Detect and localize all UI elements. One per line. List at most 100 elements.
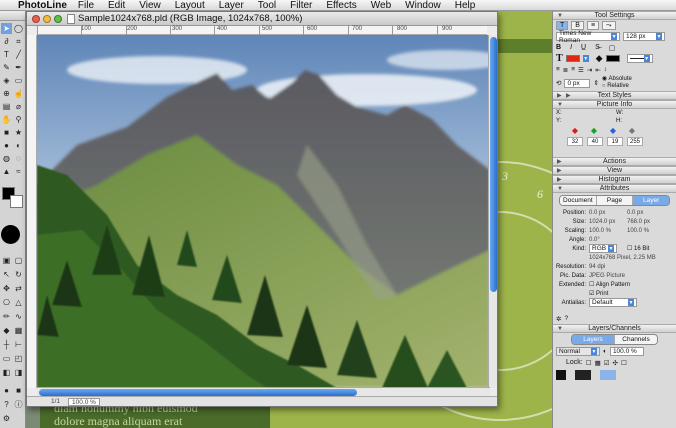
kind-select[interactable]: RGB ▼ (589, 244, 617, 253)
size-y-field[interactable]: 768.0 px (627, 219, 650, 225)
minimize-button[interactable] (43, 14, 51, 23)
hand-tool-icon[interactable]: ✋ (1, 114, 12, 125)
pen-tool-icon[interactable]: ✒ (13, 62, 24, 73)
info-icon[interactable]: ⓘ (13, 399, 24, 410)
underline-icon[interactable]: U̲ (581, 44, 586, 51)
panel-title-view[interactable]: ▶ View (553, 166, 676, 175)
italic-button[interactable]: I (570, 44, 572, 51)
horizontal-ruler[interactable]: 100 200 300 400 500 600 700 800 900 (37, 26, 487, 35)
justify-icon[interactable]: ☰ (578, 66, 584, 74)
shape-tool-icon[interactable]: ■ (1, 127, 12, 138)
page-indicator[interactable]: 1/1 (51, 398, 60, 405)
stepper-icon[interactable]: ⇕ (593, 79, 598, 87)
wave-icon[interactable]: ∿ (13, 311, 24, 322)
text-tool-icon[interactable]: T (1, 49, 12, 60)
vertical-scroll-thumb[interactable] (490, 37, 497, 292)
paint-icon[interactable]: ◆ (1, 325, 12, 336)
blur-tool-icon[interactable]: ◌ (13, 153, 24, 164)
angle-field[interactable]: 0 px (564, 78, 591, 88)
color-tool-icon[interactable]: ● (1, 140, 12, 151)
panel-title-actions[interactable]: ▶ Actions (553, 157, 676, 166)
absolute-option[interactable]: ◉ Absolute (602, 76, 632, 83)
outline-icon[interactable]: ▢ (609, 44, 616, 52)
fullscreen-icon[interactable]: ◰ (13, 353, 24, 364)
fill-tool-icon[interactable]: ◈ (1, 75, 12, 86)
line-tool-icon[interactable]: ╱ (13, 49, 24, 60)
collapse-icon[interactable]: ▶ (557, 176, 562, 183)
record-icon[interactable]: ● (1, 385, 12, 396)
ellipse-tool-icon[interactable]: ◯ (13, 23, 24, 34)
collapse-icon[interactable]: ▶ (557, 167, 562, 174)
tab-layers[interactable]: Layers (572, 335, 615, 344)
warp-tool-icon[interactable]: ≈ (13, 166, 24, 177)
bold-button[interactable]: B (556, 44, 561, 51)
relative-option[interactable]: ○ Relative (602, 83, 632, 90)
pencil-icon[interactable]: ✏ (1, 311, 12, 322)
indent-icon[interactable]: ⇤ (595, 66, 600, 74)
panel-title-picture-info[interactable]: ▼ Picture Info (553, 100, 676, 109)
align-left-icon[interactable]: ≡ (556, 66, 560, 73)
position-x-field[interactable]: 0.0 px (589, 210, 627, 216)
mode-mask-icon[interactable]: ▢ (13, 255, 24, 266)
collapse-icon[interactable]: ▼ (557, 13, 563, 19)
guide-icon[interactable]: ┼ (1, 339, 12, 350)
lasso-tool-icon[interactable]: ∂ (1, 36, 12, 47)
scaling-x-field[interactable]: 100.0 % (589, 228, 627, 234)
grid-icon[interactable]: ▦ (13, 325, 24, 336)
quickmask-icon[interactable]: ◨ (13, 367, 24, 378)
align-right-icon[interactable]: ≡ (571, 66, 575, 73)
strikethrough-icon[interactable]: S̶ (595, 44, 600, 51)
line-style-select[interactable]: ▼ (626, 54, 653, 63)
secondary-color-swatch[interactable] (605, 55, 620, 62)
attributes-help-icon[interactable]: ? (564, 315, 568, 322)
menu-edit[interactable]: Edit (108, 0, 125, 11)
collapse-icon[interactable]: ▼ (557, 186, 563, 192)
screen-mode-icon[interactable]: ▭ (1, 353, 12, 364)
collapse-icon[interactable]: ▶ (557, 158, 562, 165)
resolution-field[interactable]: 94 dpi (589, 264, 605, 270)
settings-icon[interactable]: ⚙ (1, 413, 12, 424)
mode-normal-icon[interactable]: ▣ (1, 255, 12, 266)
mask-icon[interactable]: ◧ (1, 367, 12, 378)
menu-window[interactable]: Window (405, 0, 441, 11)
zoom-tool-icon[interactable]: ⚲ (13, 114, 24, 125)
menu-app-name[interactable]: PhotoLine (18, 0, 67, 11)
lock-pixels-icon[interactable]: ▦ (595, 359, 601, 367)
print-checkbox[interactable]: ☑ Print (589, 290, 608, 297)
collapse-icon[interactable]: ▼ (557, 326, 563, 332)
font-select[interactable]: Times New Roman ▼ (556, 30, 620, 44)
eraser-tool-icon[interactable]: ▭ (13, 75, 24, 86)
lock-position-checkbox[interactable]: ☑ (604, 359, 610, 367)
collapse-icon[interactable]: ▼ (557, 102, 563, 108)
window-titlebar[interactable]: Sample1024x768.pld (RGB Image, 1024x768,… (27, 12, 497, 26)
dodge-tool-icon[interactable]: ◐ (13, 140, 24, 151)
lock-all-icon[interactable]: ✣ (613, 359, 618, 367)
bit16-checkbox[interactable]: ☐ 16 Bit (627, 245, 649, 252)
flip-icon[interactable]: ⇄ (13, 283, 24, 294)
arrow-tool-icon[interactable]: ➤ (1, 23, 12, 34)
panel-title-histogram[interactable]: ▶ Histogram (553, 175, 676, 184)
panel-title-tool-settings[interactable]: ▼ Tool Settings (553, 11, 676, 20)
menu-layout[interactable]: Layout (175, 0, 205, 11)
vertical-ruler[interactable] (27, 35, 37, 388)
align-pattern-checkbox[interactable]: ☐ Align Pattern (589, 281, 630, 288)
antialias-select[interactable]: Default ▼ (589, 298, 637, 307)
background-color-swatch[interactable] (10, 195, 23, 208)
brush-preview-icon[interactable] (1, 225, 20, 244)
tab-channels[interactable]: Channels (615, 335, 657, 344)
menu-layer[interactable]: Layer (219, 0, 244, 11)
measure-icon[interactable]: ⊢ (13, 339, 24, 350)
brush-tool-icon[interactable]: ✎ (1, 62, 12, 73)
attributes-options-icon[interactable]: ✲ (556, 315, 561, 323)
align-center-icon[interactable]: ≣ (563, 66, 568, 74)
zoom-field[interactable]: 100.0 % (68, 397, 100, 406)
rotate-icon[interactable]: ↻ (13, 269, 24, 280)
menu-filter[interactable]: Filter (290, 0, 312, 11)
close-button[interactable] (32, 14, 40, 23)
panel-title-attributes[interactable]: ▼ Attributes (553, 184, 676, 193)
image-canvas[interactable] (37, 35, 490, 388)
zoom-button[interactable] (54, 14, 62, 23)
tab-layer[interactable]: Layer (633, 196, 669, 205)
collapse-icon-2[interactable]: ▶ (566, 92, 571, 99)
spacing-icon[interactable]: ↕ (604, 66, 607, 73)
